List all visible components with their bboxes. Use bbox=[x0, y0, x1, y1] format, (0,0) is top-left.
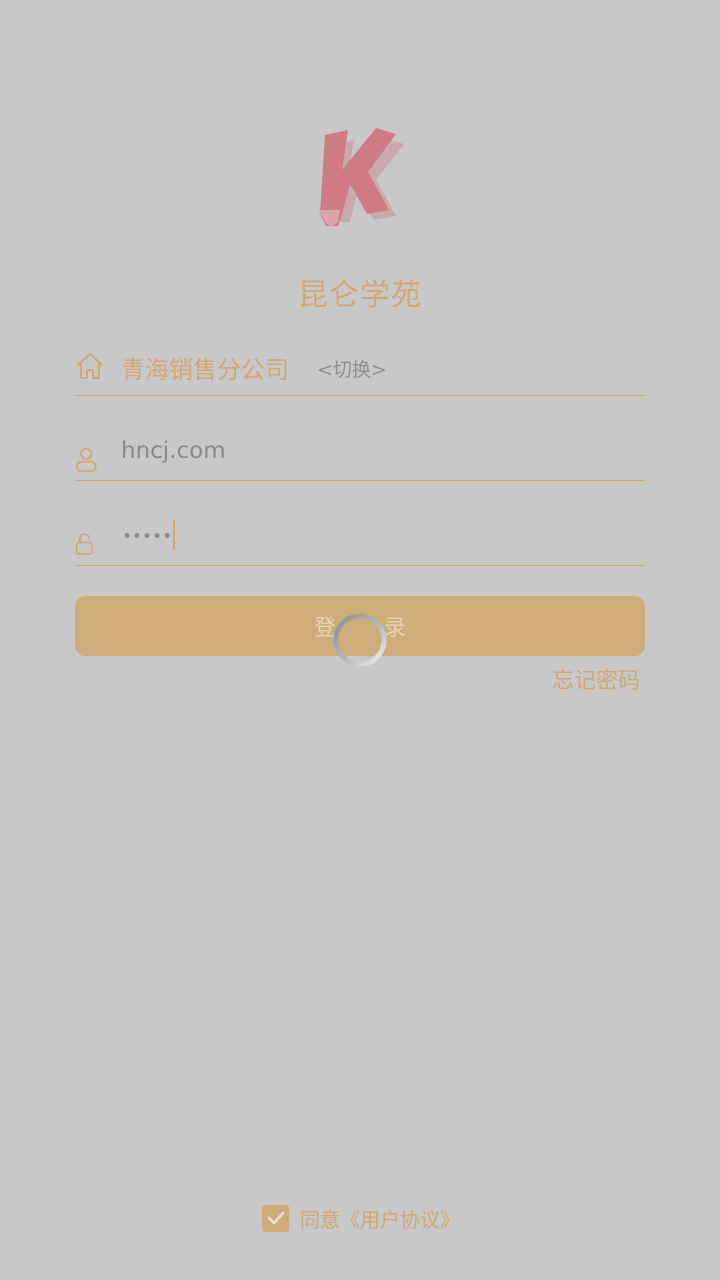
forgot-password-link[interactable]: 忘记密码 bbox=[552, 663, 640, 695]
unlock-icon bbox=[75, 533, 93, 555]
switch-company-link[interactable]: <切换> bbox=[317, 355, 387, 382]
user-icon bbox=[75, 447, 97, 473]
password-row: ••••• bbox=[75, 513, 645, 566]
password-masked-value: ••••• bbox=[122, 527, 173, 547]
agreement-row[interactable]: 同意《用户协议》 bbox=[262, 1204, 460, 1232]
agreement-label[interactable]: 同意《用户协议》 bbox=[300, 1204, 460, 1233]
username-row bbox=[75, 428, 645, 481]
text-caret bbox=[173, 520, 176, 550]
app-title: 昆仑学苑 bbox=[298, 278, 422, 313]
checkmark-icon bbox=[267, 1211, 284, 1225]
app-logo bbox=[300, 118, 420, 236]
company-selector-row[interactable]: 青海销售分公司 <切换> bbox=[75, 343, 645, 396]
username-input[interactable] bbox=[121, 434, 621, 468]
home-icon bbox=[77, 353, 103, 379]
loading-spinner-icon bbox=[333, 613, 387, 667]
agreement-checkbox[interactable] bbox=[262, 1204, 289, 1232]
company-name: 青海销售分公司 bbox=[121, 356, 289, 384]
password-input[interactable]: ••••• bbox=[122, 520, 176, 552]
